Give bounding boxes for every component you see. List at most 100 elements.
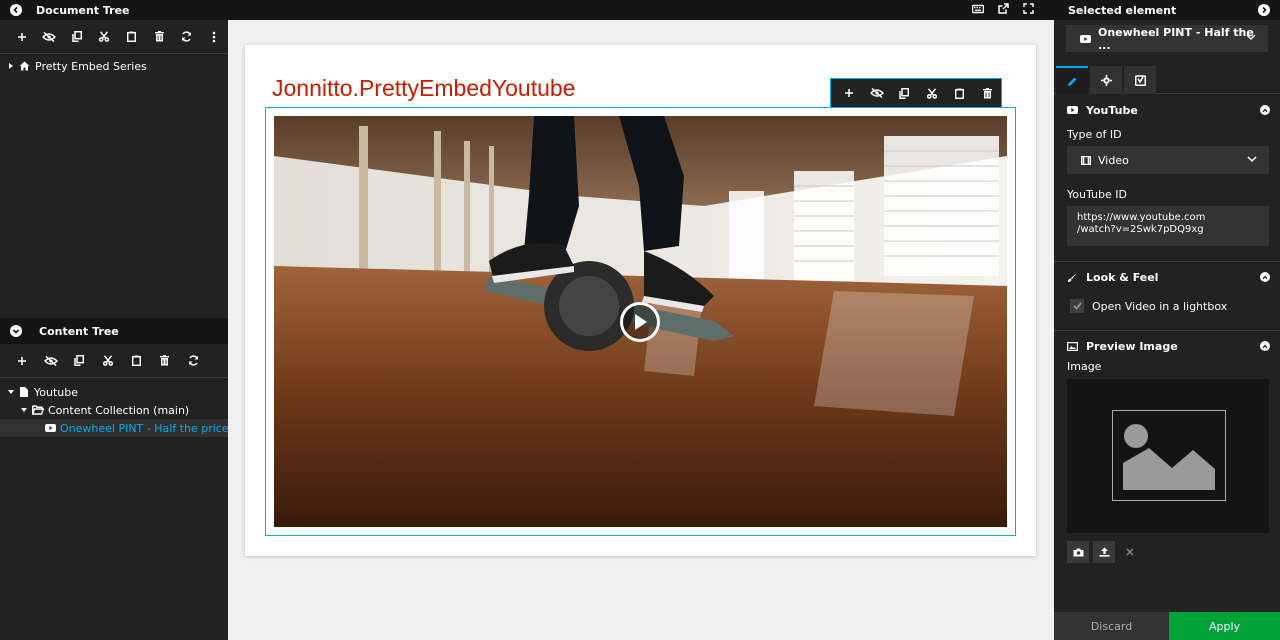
tab-seo[interactable] (1124, 66, 1156, 94)
copy-icon[interactable] (63, 27, 91, 47)
chevron-down-icon (1247, 156, 1257, 163)
hide-icon[interactable] (863, 83, 891, 103)
page-title[interactable]: Jonnitto.PrettyEmbedYoutube (272, 75, 575, 102)
chevron-down-icon (1246, 34, 1256, 41)
youtube-icon (45, 424, 56, 432)
youtube-icon (1080, 34, 1091, 43)
chevron-left-icon[interactable] (10, 4, 22, 16)
external-link-icon[interactable] (998, 3, 1009, 17)
page-preview: Jonnitto.PrettyEmbedYoutube (245, 45, 1036, 556)
add-icon[interactable] (8, 351, 37, 371)
image-dropzone[interactable] (1067, 379, 1269, 533)
youtube-icon (1067, 106, 1078, 114)
type-of-id-value: Video (1098, 153, 1129, 167)
remove-image-button[interactable] (1119, 541, 1141, 563)
chevron-down-icon[interactable] (10, 325, 22, 337)
caret-right-icon[interactable] (9, 63, 13, 69)
video-thumbnail[interactable] (274, 116, 1007, 527)
cut-icon[interactable] (94, 351, 123, 371)
lightbox-option[interactable]: Open Video in a lightbox (1054, 292, 1280, 320)
lightbox-label: Open Video in a lightbox (1092, 299, 1228, 313)
home-icon (19, 61, 30, 71)
section-title: YouTube (1086, 103, 1138, 117)
inspector-content: YouTube Type of ID Video YouTube ID http… (1054, 95, 1280, 563)
paste-icon[interactable] (946, 83, 974, 103)
refresh-icon[interactable] (179, 351, 208, 371)
delete-icon[interactable] (151, 351, 180, 371)
caret-down-icon[interactable] (8, 390, 14, 394)
canvas-tools (971, 0, 1034, 20)
camera-icon (1073, 548, 1083, 556)
paste-icon[interactable] (118, 27, 146, 47)
type-of-id-label: Type of ID (1067, 127, 1122, 141)
chevron-up-icon[interactable] (1260, 105, 1270, 115)
chevron-up-icon[interactable] (1260, 272, 1270, 282)
upload-button[interactable] (1093, 541, 1115, 563)
document-tree: Pretty Embed Series (0, 54, 228, 318)
tree-node-label: Onewheel PINT - Half the price! H... (60, 421, 256, 435)
upload-icon (1099, 547, 1109, 557)
document-tree-title: Document Tree (36, 3, 130, 17)
play-button[interactable] (620, 302, 660, 342)
add-icon[interactable] (8, 27, 36, 47)
seo-icon (1134, 74, 1146, 86)
cut-icon[interactable] (91, 27, 119, 47)
section-preview-image-header[interactable]: Preview Image (1054, 331, 1280, 361)
lightbox-checkbox[interactable] (1070, 299, 1084, 313)
image-actions (1054, 541, 1280, 563)
section-title: Preview Image (1086, 339, 1178, 353)
content-tree-toolbar (0, 344, 228, 378)
tree-node-label: Content Collection (main) (48, 403, 190, 417)
section-look-feel-header[interactable]: Look & Feel (1054, 262, 1280, 292)
keyboard-icon[interactable] (971, 4, 985, 17)
youtube-id-input[interactable]: https://www.youtube.com /watch?v=2Swk7pD… (1067, 206, 1269, 246)
camera-button[interactable] (1067, 541, 1089, 563)
document-icon (20, 387, 28, 397)
selected-element-label: Onewheel PINT - Half the ... (1098, 25, 1254, 52)
discard-button[interactable]: Discard (1054, 612, 1169, 640)
tree-node-content-collection[interactable]: Content Collection (main) (0, 401, 228, 419)
paste-icon[interactable] (122, 351, 151, 371)
apply-button[interactable]: Apply (1169, 612, 1280, 640)
add-icon[interactable] (835, 83, 863, 103)
caret-down-icon[interactable] (21, 408, 27, 412)
section-youtube-header[interactable]: YouTube (1054, 95, 1280, 125)
left-panel: Pretty Embed Series Content Tree Youtube (0, 20, 255, 640)
pencil-icon (1067, 77, 1076, 86)
tree-node-youtube[interactable]: Youtube (0, 383, 228, 401)
copy-icon[interactable] (890, 83, 918, 103)
delete-icon[interactable] (146, 27, 174, 47)
selected-element-dropdown[interactable]: Onewheel PINT - Half the ... (1066, 25, 1268, 52)
tab-settings[interactable] (1090, 66, 1122, 94)
gear-icon (1100, 74, 1112, 86)
content-tree-header[interactable]: Content Tree (0, 318, 228, 344)
chevron-right-icon[interactable] (1258, 4, 1270, 16)
cut-icon[interactable] (918, 83, 946, 103)
refresh-icon[interactable] (173, 27, 201, 47)
image-placeholder-icon (1112, 410, 1226, 501)
youtube-embed-frame[interactable] (265, 107, 1016, 536)
hide-icon[interactable] (37, 351, 66, 371)
type-of-id-select[interactable]: Video (1067, 146, 1269, 174)
fullscreen-icon[interactable] (1023, 3, 1034, 17)
hide-icon[interactable] (36, 27, 64, 47)
tree-node-label: Pretty Embed Series (35, 59, 147, 73)
tab-content[interactable] (1056, 66, 1088, 94)
tree-node-pretty-embed-series[interactable]: Pretty Embed Series (0, 57, 228, 75)
inspector-footer: Discard Apply (1054, 612, 1280, 640)
copy-icon[interactable] (65, 351, 94, 371)
section-title: Look & Feel (1086, 270, 1159, 284)
close-icon (1126, 548, 1134, 556)
tree-node-onewheel-video[interactable]: Onewheel PINT - Half the price! H... (0, 419, 255, 437)
play-icon (635, 314, 647, 330)
brush-icon (1067, 272, 1078, 283)
more-options-icon[interactable] (201, 27, 229, 47)
image-icon (1067, 341, 1078, 351)
youtube-id-label: YouTube ID (1067, 187, 1127, 201)
delete-icon[interactable] (973, 83, 1001, 103)
inspector-title: Selected element (1068, 3, 1177, 17)
element-floating-toolbar (830, 78, 1002, 108)
document-tree-header: Document Tree (0, 0, 228, 20)
check-icon (1072, 302, 1082, 310)
chevron-up-icon[interactable] (1260, 341, 1270, 351)
